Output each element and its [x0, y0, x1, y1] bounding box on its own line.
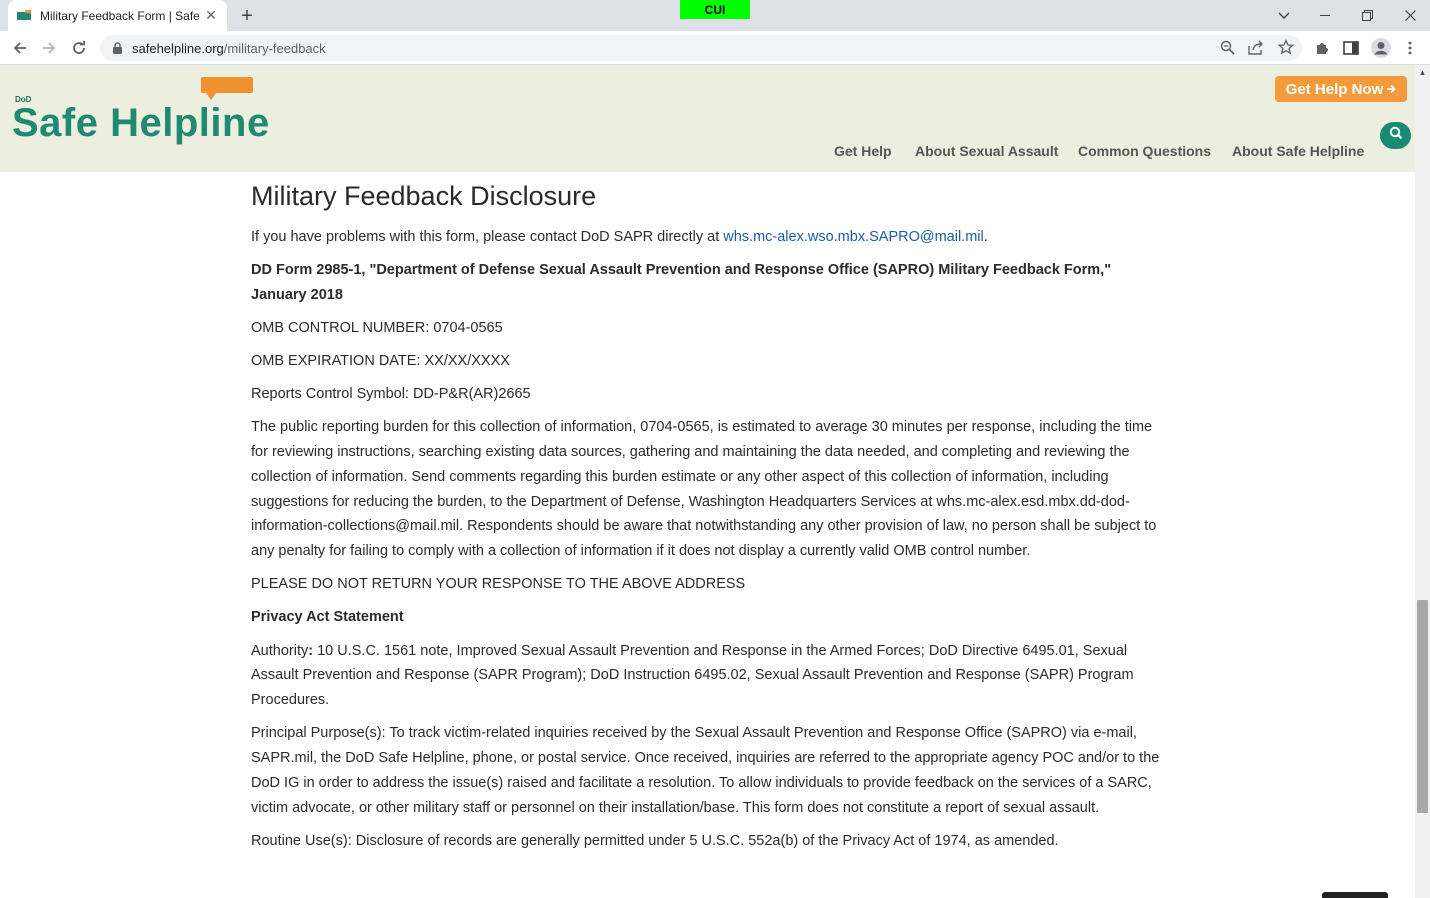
zoom-icon[interactable]: [1217, 37, 1237, 57]
new-tab-button[interactable]: +: [236, 5, 258, 27]
authority-paragraph: Authority: 10 U.S.C. 1561 note, Improved…: [251, 639, 1166, 713]
back-arrow-icon[interactable]: [8, 36, 32, 60]
profile-avatar-icon[interactable]: [1370, 37, 1392, 59]
do-not-return-notice: PLEASE DO NOT RETURN YOUR RESPONSE TO TH…: [251, 576, 746, 593]
cui-banner: CUI: [680, 0, 750, 19]
nav-get-help[interactable]: Get Help: [834, 143, 892, 159]
extensions-puzzle-icon[interactable]: [1311, 37, 1333, 59]
browser-toolbar: safehelpline.org/military-feedback: [0, 31, 1430, 65]
page-title: Military Feedback Disclosure: [251, 181, 597, 211]
get-help-now-button[interactable]: Get Help Now: [1275, 76, 1407, 102]
contact-email-link[interactable]: whs.mc-alex.wso.mbx.SAPRO@mail.mil: [723, 229, 983, 245]
tab-title: Military Feedback Form | Safe Helpline: [40, 8, 199, 23]
contact-suffix: .: [983, 229, 988, 245]
bookmark-star-icon[interactable]: [1276, 37, 1296, 57]
reload-icon[interactable]: [67, 36, 91, 60]
logo-speech-bubble-icon: [201, 77, 253, 100]
address-bar[interactable]: safehelpline.org/military-feedback: [100, 35, 1302, 61]
minimize-button[interactable]: [1305, 0, 1345, 31]
share-icon[interactable]: [1246, 37, 1266, 57]
routine-use: Routine Use(s): Disclosure of records ar…: [251, 832, 1059, 849]
site-search-button[interactable]: [1380, 122, 1411, 149]
authority-label: Authority: [251, 642, 309, 659]
reports-control-symbol: Reports Control Symbol: DD-P&R(AR)2665: [251, 386, 531, 403]
browser-menu-icon[interactable]: [1399, 37, 1421, 59]
scroll-up-arrow-icon[interactable]: ▲: [1415, 65, 1430, 80]
burden-statement: The public reporting burden for this col…: [251, 419, 1157, 560]
tab-close-icon[interactable]: ✕: [203, 7, 219, 24]
omb-control-number: OMB CONTROL NUMBER: 0704-0565: [251, 319, 503, 336]
floating-feedback-tab[interactable]: [1322, 892, 1388, 898]
browser-tab-strip: Military Feedback Form | Safe Helpline ✕…: [0, 0, 1430, 31]
safe-helpline-logo[interactable]: DoD Safe Helpline: [12, 75, 272, 155]
side-panel-icon[interactable]: [1340, 37, 1362, 59]
url-path: /military-feedback: [223, 40, 326, 56]
authority-text: 10 U.S.C. 1561 note, Improved Sexual Ass…: [251, 642, 1134, 709]
contact-paragraph: If you have problems with this form, ple…: [251, 225, 1166, 250]
get-help-now-label: Get Help Now: [1285, 80, 1384, 98]
site-favicon-icon: [16, 8, 32, 24]
site-header: DoD Safe Helpline Get Help Now Get Help …: [0, 65, 1415, 172]
principal-purpose: Principal Purpose(s): To track victim-re…: [251, 725, 1160, 816]
browser-tab[interactable]: Military Feedback Form | Safe Helpline ✕: [8, 0, 227, 31]
restore-button[interactable]: [1347, 0, 1387, 31]
scrollbar-thumb[interactable]: [1417, 600, 1428, 813]
lock-icon: [112, 42, 124, 54]
nav-about-sexual-assault[interactable]: About Sexual Assault: [915, 143, 1058, 159]
url-domain: safehelpline.org: [132, 40, 224, 56]
form-title: DD Form 2985-1, "Department of Defense S…: [251, 262, 1112, 303]
main-content: Military Feedback Disclosure If you have…: [251, 178, 1166, 862]
logo-brand-text: Safe Helpline: [12, 101, 270, 145]
arrow-right-icon: [1387, 81, 1397, 98]
contact-prefix: If you have problems with this form, ple…: [251, 229, 724, 245]
nav-common-questions[interactable]: Common Questions: [1078, 143, 1211, 159]
omb-expiration-date: OMB EXPIRATION DATE: XX/XX/XXXX: [251, 353, 510, 370]
tab-search-chevron-icon[interactable]: [1264, 0, 1304, 31]
forward-arrow-icon[interactable]: [37, 36, 61, 60]
privacy-act-heading: Privacy Act Statement: [251, 609, 404, 626]
nav-about-safe-helpline[interactable]: About Safe Helpline: [1232, 143, 1364, 159]
close-window-button[interactable]: [1390, 0, 1430, 31]
search-icon: [1389, 126, 1403, 145]
